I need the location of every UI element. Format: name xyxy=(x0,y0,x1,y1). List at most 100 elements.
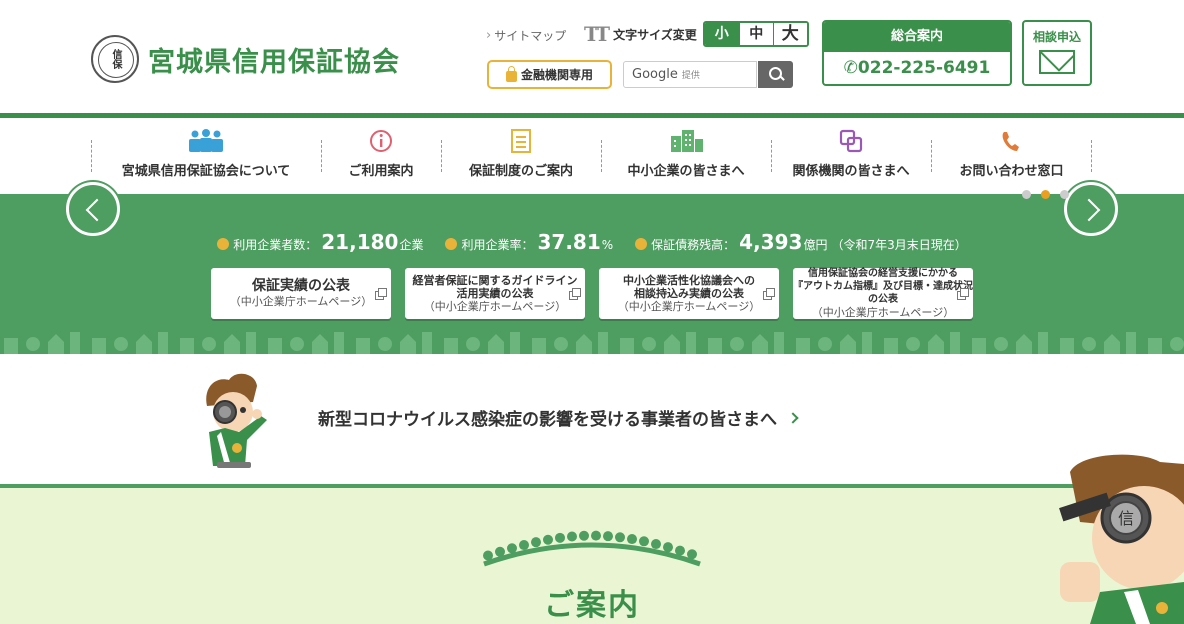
nav-item-sme[interactable]: 中小企業の皆さまへ xyxy=(601,128,771,184)
tree xyxy=(591,530,601,541)
header: 信保 宮城県信用保証協会 › サイトマップ TT 文字サイズ変更 小 中 大 金… xyxy=(0,0,1184,113)
town-building xyxy=(488,334,504,354)
nav-item-contact[interactable]: お問い合わせ窓口 xyxy=(931,128,1092,184)
town-building xyxy=(268,338,282,354)
nav-item-guarantee[interactable]: 保証制度のご案内 xyxy=(441,128,601,184)
global-nav: 宮城県信用保証協会について ご利用案内 保証制度のご案内 中小企業の皆さまへ 関… xyxy=(0,118,1184,194)
corona-link-text: 新型コロナウイルス感染症の影響を受ける事業者の皆さまへ xyxy=(318,410,777,430)
nav-item-usage[interactable]: ご利用案内 xyxy=(321,128,441,184)
general-info-box[interactable]: 総合案内 ✆022-225-6491 xyxy=(822,20,1012,86)
slider-dot[interactable] xyxy=(1060,190,1069,199)
font-size-large-button[interactable]: 大 xyxy=(772,23,807,45)
financial-institution-button[interactable]: 金融機関専用 xyxy=(487,60,612,89)
consultation-button[interactable]: 相談申込 xyxy=(1022,20,1092,86)
tree xyxy=(495,546,505,557)
town-building xyxy=(642,337,656,351)
card-guarantee-results[interactable]: 保証実績の公表 （中小企業庁ホームページ） xyxy=(211,268,391,319)
tree xyxy=(615,532,625,543)
nav-label: お問い合わせ窓口 xyxy=(959,164,1064,179)
town-building xyxy=(466,337,480,351)
tree xyxy=(603,531,613,542)
slider-dot-active[interactable] xyxy=(1041,190,1050,199)
town-building xyxy=(862,332,872,354)
font-size-medium-button[interactable]: 中 xyxy=(738,23,773,45)
tree xyxy=(579,530,589,541)
nav-item-about[interactable]: 宮城県信用保証協会について xyxy=(91,128,321,184)
link-icon xyxy=(839,129,863,153)
town-building xyxy=(950,332,960,354)
slider-next-button[interactable] xyxy=(1064,182,1118,236)
town-building xyxy=(840,334,856,354)
nav-label: 関係機関の皆さまへ xyxy=(792,164,910,179)
card-outcome-indicators[interactable]: 信用保証協会の経営支援にかかる 『アウトカム指標』及び目標・達成状況の公表 （中… xyxy=(793,268,973,319)
corona-link[interactable]: 新型コロナウイルス感染症の影響を受ける事業者の皆さまへ xyxy=(318,405,799,430)
town-building xyxy=(994,337,1008,351)
tree xyxy=(639,536,649,547)
tree xyxy=(627,534,637,545)
town-building xyxy=(1126,332,1136,354)
card-guideline-results[interactable]: 経営者保証に関するガイドライン 活用実績の公表 （中小企業庁ホームページ） xyxy=(405,268,585,319)
font-size-small-button[interactable]: 小 xyxy=(704,23,739,45)
stat-unit: 億円 xyxy=(803,238,828,252)
stats-row: 利用企業者数： 21,180 企業 利用企業率： 37.81 % 保証債務残高：… xyxy=(0,230,1184,254)
stats-banner: 利用企業者数： 21,180 企業 利用企業率： 37.81 % 保証債務残高：… xyxy=(0,194,1184,354)
tree xyxy=(567,531,577,542)
tree xyxy=(483,550,493,561)
banner-cards: 保証実績の公表 （中小企業庁ホームページ） 経営者保証に関するガイドライン 活用… xyxy=(211,268,973,319)
town-building xyxy=(1016,334,1032,354)
town-building xyxy=(1082,337,1096,351)
town-building xyxy=(422,332,432,354)
site-search: Google 提供 xyxy=(623,61,793,88)
card-title: 経営者保証に関するガイドライン 活用実績の公表 xyxy=(412,273,578,300)
nav-label: ご利用案内 xyxy=(348,164,414,179)
town-building xyxy=(576,334,592,354)
logo-mark-icon: 信保 xyxy=(91,35,139,83)
town-building xyxy=(598,332,608,354)
tree xyxy=(531,537,541,548)
bullet-icon xyxy=(445,238,458,250)
town-building xyxy=(752,334,768,354)
town-building xyxy=(4,338,18,354)
tree xyxy=(543,534,553,545)
slider-dot[interactable] xyxy=(1022,190,1031,199)
town-building xyxy=(1148,338,1162,354)
card-council-results[interactable]: 中小企業活性化協議会への 相談持込み実績の公表 （中小企業庁ホームページ） xyxy=(599,268,779,319)
nav-label: 中小企業の皆さまへ xyxy=(627,164,745,179)
town-building xyxy=(378,337,392,351)
card-subtitle: （中小企業庁ホームページ） xyxy=(617,299,761,313)
stat-unit: 企業 xyxy=(399,238,424,252)
town-building xyxy=(356,338,370,354)
stat-usage-rate: 利用企業率： 37.81 % xyxy=(445,230,613,254)
stat-value: 21,180 xyxy=(321,230,399,254)
town-building xyxy=(224,334,240,354)
people-icon xyxy=(189,129,223,152)
town-building xyxy=(180,338,194,354)
town-building xyxy=(444,338,458,354)
bullet-icon xyxy=(635,238,648,250)
town-building xyxy=(92,338,106,354)
site-logo[interactable]: 信保 宮城県信用保証協会 xyxy=(91,35,400,83)
nav-label: 保証制度のご案内 xyxy=(468,164,573,179)
logo-text: 宮城県信用保証協会 xyxy=(148,46,400,78)
mail-icon xyxy=(1039,50,1075,74)
chevron-right-icon xyxy=(787,411,799,424)
nav-item-institutions[interactable]: 関係機関の皆さまへ xyxy=(771,128,931,184)
search-input[interactable]: Google 提供 xyxy=(623,61,757,88)
general-info-phone[interactable]: ✆022-225-6491 xyxy=(824,52,1010,84)
town-building xyxy=(818,337,832,351)
town-building xyxy=(312,334,328,354)
town-building xyxy=(510,332,520,354)
card-subtitle: （中小企業庁ホームページ） xyxy=(423,299,567,313)
card-title: 中小企業活性化協議会への 相談持込み実績の公表 xyxy=(623,273,755,300)
town-building xyxy=(730,337,744,351)
nav-label: 宮城県信用保証協会について xyxy=(121,164,291,179)
phone-icon: ✆ xyxy=(843,58,858,78)
town-building xyxy=(48,334,64,354)
slider-prev-button[interactable] xyxy=(66,182,120,236)
sitemap-link[interactable]: › サイトマップ xyxy=(486,27,566,44)
phone-number: 022-225-6491 xyxy=(857,58,991,78)
town-building xyxy=(884,338,898,354)
town-building xyxy=(972,338,986,354)
search-button[interactable] xyxy=(758,61,793,88)
phone-icon xyxy=(1002,132,1019,151)
